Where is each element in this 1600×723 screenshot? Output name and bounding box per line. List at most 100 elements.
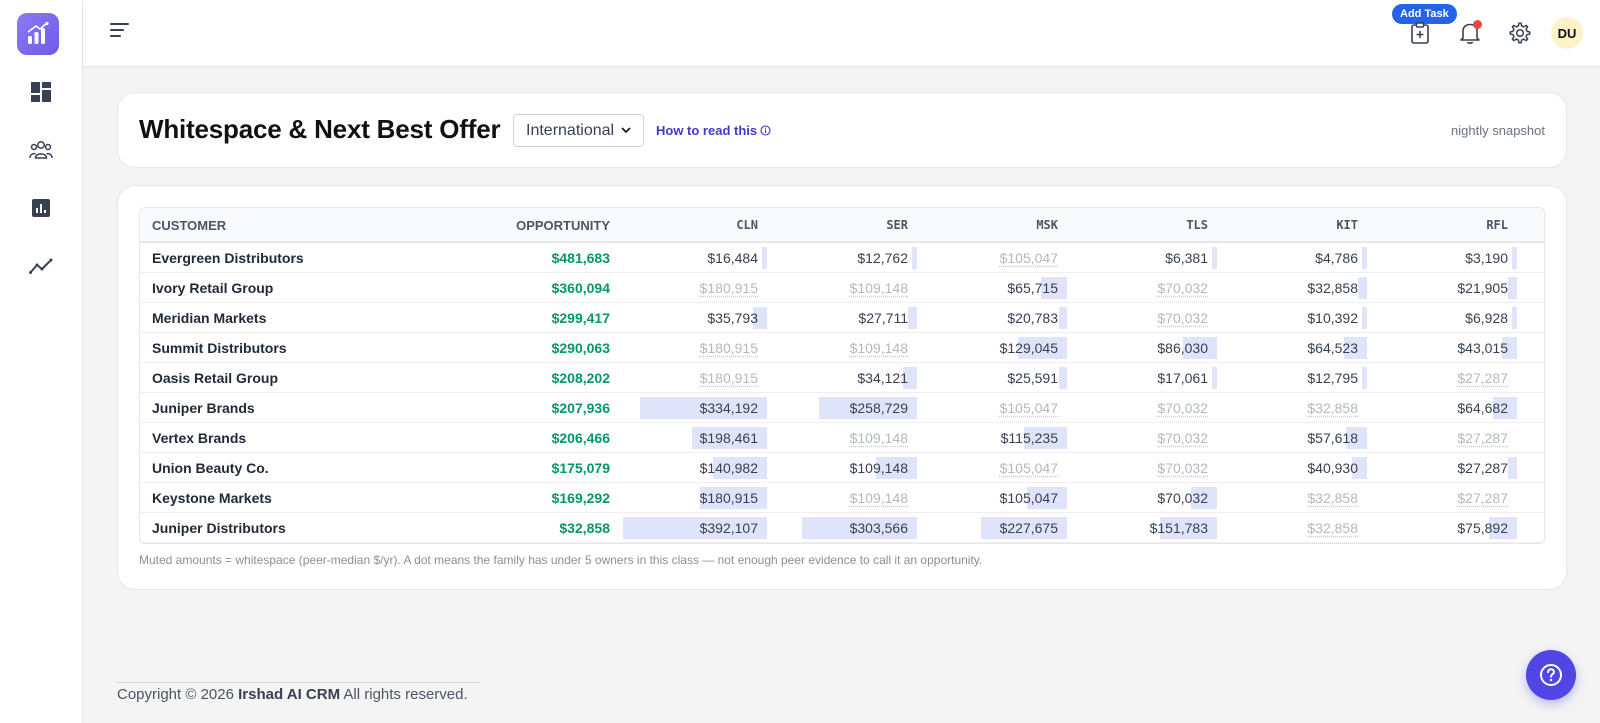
table-row[interactable]: Oasis Retail Group $208,202 $180,915 $34,12… xyxy=(140,363,1544,393)
value-cell-msk[interactable]: $227,675 xyxy=(914,513,1067,543)
menu-toggle-button[interactable] xyxy=(109,21,133,45)
value-cell-tls[interactable]: $70,032 xyxy=(1064,393,1217,423)
value-cell-msk[interactable]: $105,047 xyxy=(914,393,1067,423)
value-cell-tls[interactable]: $70,032 xyxy=(1064,483,1217,513)
customer-name[interactable]: Juniper Distributors xyxy=(152,513,286,543)
value-cell-ser[interactable]: $34,121 xyxy=(764,363,917,393)
value-cell-kit[interactable]: $64,523 xyxy=(1214,333,1367,363)
customer-name[interactable]: Evergreen Distributors xyxy=(152,243,304,273)
customer-name[interactable]: Vertex Brands xyxy=(152,423,246,453)
value-cell-cln[interactable]: $198,461 xyxy=(614,423,767,453)
column-header-customer[interactable]: CUSTOMER xyxy=(152,208,226,243)
column-header-tls[interactable]: TLS xyxy=(1117,208,1217,243)
value-cell-ser[interactable]: $109,148 xyxy=(764,333,917,363)
value-cell-cln[interactable]: $180,915 xyxy=(614,273,767,303)
value-cell-ser[interactable]: $109,148 xyxy=(764,423,917,453)
value-cell-cln[interactable]: $140,982 xyxy=(614,453,767,483)
value-cell-rfl[interactable]: $3,190 xyxy=(1364,243,1517,273)
value-cell-cln[interactable]: $35,793 xyxy=(614,303,767,333)
value-cell-cln[interactable]: $334,192 xyxy=(614,393,767,423)
value-cell-tls[interactable]: $70,032 xyxy=(1064,273,1217,303)
sidebar-item-dashboard[interactable] xyxy=(29,80,53,104)
value-cell-kit[interactable]: $32,858 xyxy=(1214,513,1367,543)
notifications-button[interactable] xyxy=(1457,20,1483,46)
value-cell-tls[interactable]: $151,783 xyxy=(1064,513,1217,543)
value-cell-tls[interactable]: $6,381 xyxy=(1064,243,1217,273)
value-cell-ser[interactable]: $109,148 xyxy=(764,453,917,483)
customer-name[interactable]: Oasis Retail Group xyxy=(152,363,278,393)
customer-name[interactable]: Ivory Retail Group xyxy=(152,273,273,303)
customer-name[interactable]: Summit Distributors xyxy=(152,333,287,363)
value-cell-tls[interactable]: $70,032 xyxy=(1064,423,1217,453)
value-cell-kit[interactable]: $12,795 xyxy=(1214,363,1367,393)
value-cell-kit[interactable]: $32,858 xyxy=(1214,273,1367,303)
table-row[interactable]: Union Beauty Co. $175,079 $140,982 $109,148… xyxy=(140,453,1544,483)
table-row[interactable]: Keystone Markets $169,292 $180,915 $109,148… xyxy=(140,483,1544,513)
column-header-rfl[interactable]: RFL xyxy=(1417,208,1517,243)
table-row[interactable]: Evergreen Distributors $481,683 $16,484 $12… xyxy=(140,243,1544,273)
help-button[interactable] xyxy=(1526,650,1576,700)
value-cell-ser[interactable]: $258,729 xyxy=(764,393,917,423)
value-cell-tls[interactable]: $86,030 xyxy=(1064,333,1217,363)
user-avatar[interactable]: DU xyxy=(1551,17,1583,49)
column-header-kit[interactable]: KIT xyxy=(1267,208,1367,243)
value-cell-cln[interactable]: $392,107 xyxy=(614,513,767,543)
customer-name[interactable]: Keystone Markets xyxy=(152,483,272,513)
column-header-ser[interactable]: SER xyxy=(817,208,917,243)
value-cell-ser[interactable]: $12,762 xyxy=(764,243,917,273)
app-logo[interactable] xyxy=(17,13,59,55)
value-cell-rfl[interactable]: $21,905 xyxy=(1364,273,1517,303)
value-cell-ser[interactable]: $27,711 xyxy=(764,303,917,333)
customer-name[interactable]: Juniper Brands xyxy=(152,393,255,423)
column-header-msk[interactable]: MSK xyxy=(967,208,1067,243)
settings-button[interactable] xyxy=(1507,20,1533,46)
value-cell-kit[interactable]: $32,858 xyxy=(1214,393,1367,423)
table-row[interactable]: Vertex Brands $206,466 $198,461 $109,148 $11… xyxy=(140,423,1544,453)
value-cell-cln[interactable]: $180,915 xyxy=(614,333,767,363)
table-row[interactable]: Ivory Retail Group $360,094 $180,915 $109,1… xyxy=(140,273,1544,303)
value-cell-cln[interactable]: $16,484 xyxy=(614,243,767,273)
value-cell-kit[interactable]: $10,392 xyxy=(1214,303,1367,333)
value-cell-msk[interactable]: $105,047 xyxy=(914,243,1067,273)
table-row[interactable]: Summit Distributors $290,063 $180,915 $109,… xyxy=(140,333,1544,363)
value-cell-kit[interactable]: $32,858 xyxy=(1214,483,1367,513)
value-cell-ser[interactable]: $303,566 xyxy=(764,513,917,543)
add-task-button[interactable] xyxy=(1407,20,1433,46)
column-header-opportunity[interactable]: OPPORTUNITY xyxy=(440,208,610,243)
value-cell-msk[interactable]: $129,045 xyxy=(914,333,1067,363)
value-cell-tls[interactable]: $70,032 xyxy=(1064,303,1217,333)
value-cell-tls[interactable]: $70,032 xyxy=(1064,453,1217,483)
value-cell-rfl[interactable]: $6,928 xyxy=(1364,303,1517,333)
column-header-cln[interactable]: CLN xyxy=(667,208,767,243)
value-cell-cln[interactable]: $180,915 xyxy=(614,483,767,513)
table-row[interactable]: Meridian Markets $299,417 $35,793 $27,711 $2… xyxy=(140,303,1544,333)
value-cell-rfl[interactable]: $27,287 xyxy=(1364,453,1517,483)
value-cell-rfl[interactable]: $43,015 xyxy=(1364,333,1517,363)
sidebar-item-customers[interactable] xyxy=(29,138,53,162)
sidebar-item-reports[interactable] xyxy=(29,196,53,220)
table-row[interactable]: Juniper Distributors $32,858 $392,107 $303,… xyxy=(140,513,1544,543)
value-cell-kit[interactable]: $40,930 xyxy=(1214,453,1367,483)
value-cell-msk[interactable]: $115,235 xyxy=(914,423,1067,453)
value-cell-ser[interactable]: $109,148 xyxy=(764,483,917,513)
value-cell-rfl[interactable]: $27,287 xyxy=(1364,363,1517,393)
table-row[interactable]: Juniper Brands $207,936 $334,192 $258,729 $1… xyxy=(140,393,1544,423)
value-cell-msk[interactable]: $65,715 xyxy=(914,273,1067,303)
value-cell-tls[interactable]: $17,061 xyxy=(1064,363,1217,393)
value-cell-ser[interactable]: $109,148 xyxy=(764,273,917,303)
value-cell-msk[interactable]: $105,047 xyxy=(914,483,1067,513)
value-cell-cln[interactable]: $180,915 xyxy=(614,363,767,393)
value-cell-msk[interactable]: $20,783 xyxy=(914,303,1067,333)
value-cell-msk[interactable]: $105,047 xyxy=(914,453,1067,483)
value-cell-rfl[interactable]: $75,892 xyxy=(1364,513,1517,543)
value-cell-rfl[interactable]: $27,287 xyxy=(1364,483,1517,513)
value-cell-rfl[interactable]: $64,682 xyxy=(1364,393,1517,423)
customer-name[interactable]: Union Beauty Co. xyxy=(152,453,269,483)
value-cell-kit[interactable]: $4,786 xyxy=(1214,243,1367,273)
region-select[interactable]: International xyxy=(513,114,644,147)
value-cell-kit[interactable]: $57,618 xyxy=(1214,423,1367,453)
sidebar-item-analytics[interactable] xyxy=(29,254,53,278)
value-cell-msk[interactable]: $25,591 xyxy=(914,363,1067,393)
value-cell-rfl[interactable]: $27,287 xyxy=(1364,423,1517,453)
customer-name[interactable]: Meridian Markets xyxy=(152,303,266,333)
